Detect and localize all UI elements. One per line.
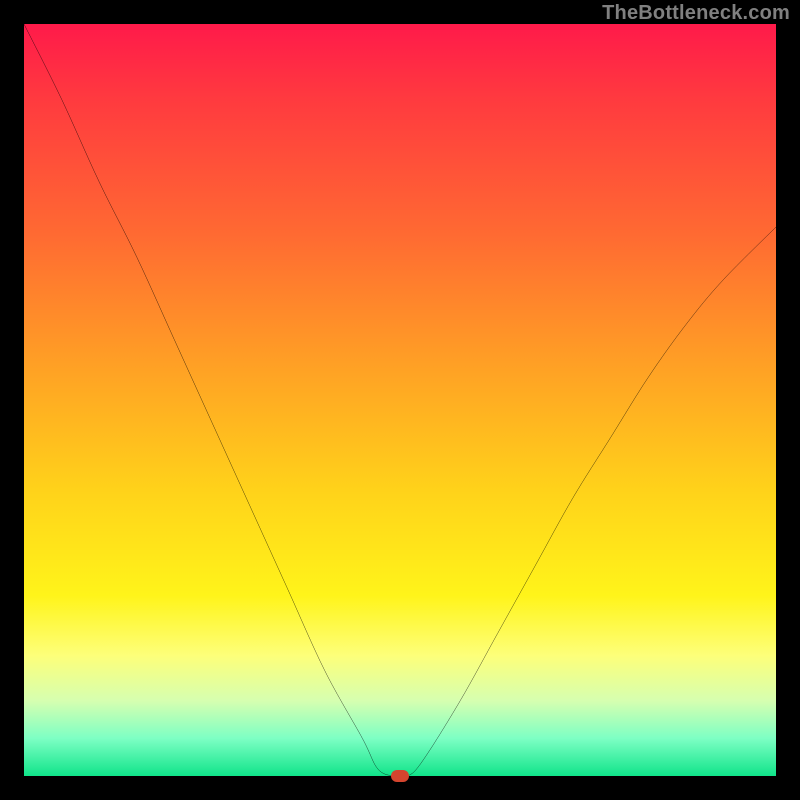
plot-area — [24, 24, 776, 776]
bottleneck-curve — [24, 24, 776, 776]
chart-frame: TheBottleneck.com — [0, 0, 800, 800]
minimum-marker — [391, 770, 409, 782]
attribution-text: TheBottleneck.com — [602, 2, 790, 25]
